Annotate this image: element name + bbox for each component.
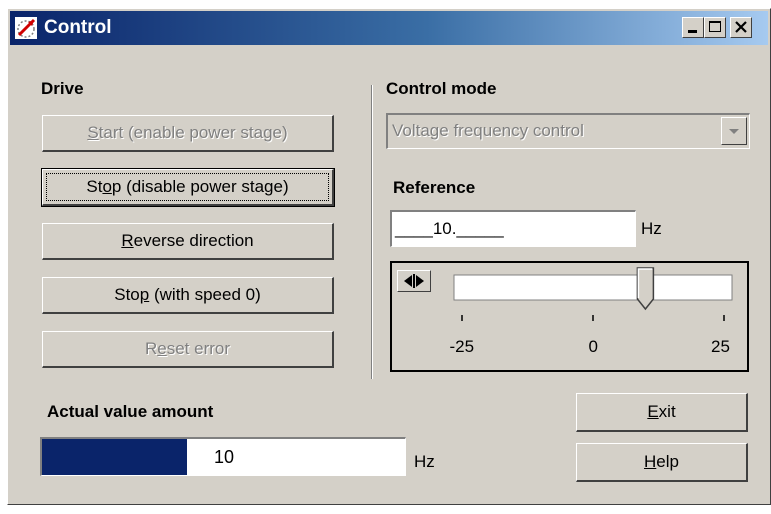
control-window: Control Drive Start (enable power stage)…	[7, 8, 771, 505]
slider-thumb[interactable]	[636, 267, 655, 311]
slider-tick-label-zero: 0	[588, 337, 598, 356]
actual-value-fill	[42, 439, 188, 475]
help-accel: H	[644, 452, 657, 471]
start-button-accel: S	[87, 123, 99, 142]
actual-value-unit: Hz	[414, 452, 435, 471]
stop-speed-text: Sto	[114, 285, 140, 304]
control-mode-select[interactable]: Voltage frequency control	[386, 113, 750, 149]
actual-value-label: Actual value amount	[47, 402, 214, 421]
stop-disable-accel: o	[102, 177, 112, 196]
reset-text: R	[144, 339, 158, 358]
drive-label: Drive	[41, 79, 84, 98]
close-icon	[735, 21, 747, 33]
minimize-button[interactable]	[682, 17, 704, 38]
slider-tick-label-min: -25	[449, 337, 475, 356]
stop-speed-accel: p	[139, 285, 150, 304]
slider-tick-label-max: 25	[711, 337, 730, 356]
start-button-text-rest: tart (enable power stage)	[98, 123, 288, 142]
stop-speed-text-rest: (with speed 0)	[149, 285, 261, 304]
stop-disable-text: St	[86, 177, 103, 196]
control-mode-dropdown-button[interactable]	[721, 117, 747, 145]
exit-button[interactable]: Exit	[576, 393, 748, 432]
reference-slider-panel: -25 0 25	[390, 261, 749, 372]
stop-disable-button[interactable]: Stop (disable power stage)	[41, 168, 335, 207]
title-bar[interactable]: Control	[10, 11, 768, 45]
reverse-text-rest: everse direction	[133, 231, 254, 250]
close-button[interactable]	[730, 17, 752, 38]
reference-unit: Hz	[641, 219, 662, 238]
stop-disable-text-rest: p (disable power stage)	[111, 177, 289, 196]
stop-speed-zero-button[interactable]: Stop (with speed 0)	[42, 277, 334, 314]
exit-text: xit	[658, 402, 676, 421]
reference-slider[interactable]	[392, 263, 747, 370]
maximize-icon	[709, 21, 721, 32]
reverse-accel: R	[121, 231, 134, 250]
window-title: Control	[44, 17, 112, 38]
exit-accel: E	[647, 402, 659, 421]
reset-accel: e	[157, 339, 167, 358]
reference-label: Reference	[393, 178, 476, 197]
control-mode-value: Voltage frequency control	[392, 121, 584, 140]
reference-input-value: ____10._____	[395, 219, 504, 238]
reference-input[interactable]: ____10._____	[390, 210, 636, 247]
reset-error-button[interactable]: Reset error	[42, 331, 334, 368]
reverse-direction-button[interactable]: Reverse direction	[42, 223, 334, 260]
slider-thumb-shape[interactable]	[636, 267, 655, 311]
minimize-icon	[688, 30, 697, 33]
reset-text-rest: set error	[166, 339, 231, 358]
start-button[interactable]: Start (enable power stage)	[42, 115, 334, 152]
chevron-down-icon	[729, 129, 739, 134]
control-mode-label: Control mode	[386, 79, 497, 98]
actual-value-text: 10	[214, 447, 235, 467]
help-text: elp	[656, 452, 679, 471]
app-icon	[15, 17, 37, 39]
actual-value-bar: 10	[40, 437, 406, 476]
group-separator	[371, 85, 373, 379]
help-button[interactable]: Help	[576, 443, 748, 482]
maximize-button[interactable]	[704, 17, 726, 38]
